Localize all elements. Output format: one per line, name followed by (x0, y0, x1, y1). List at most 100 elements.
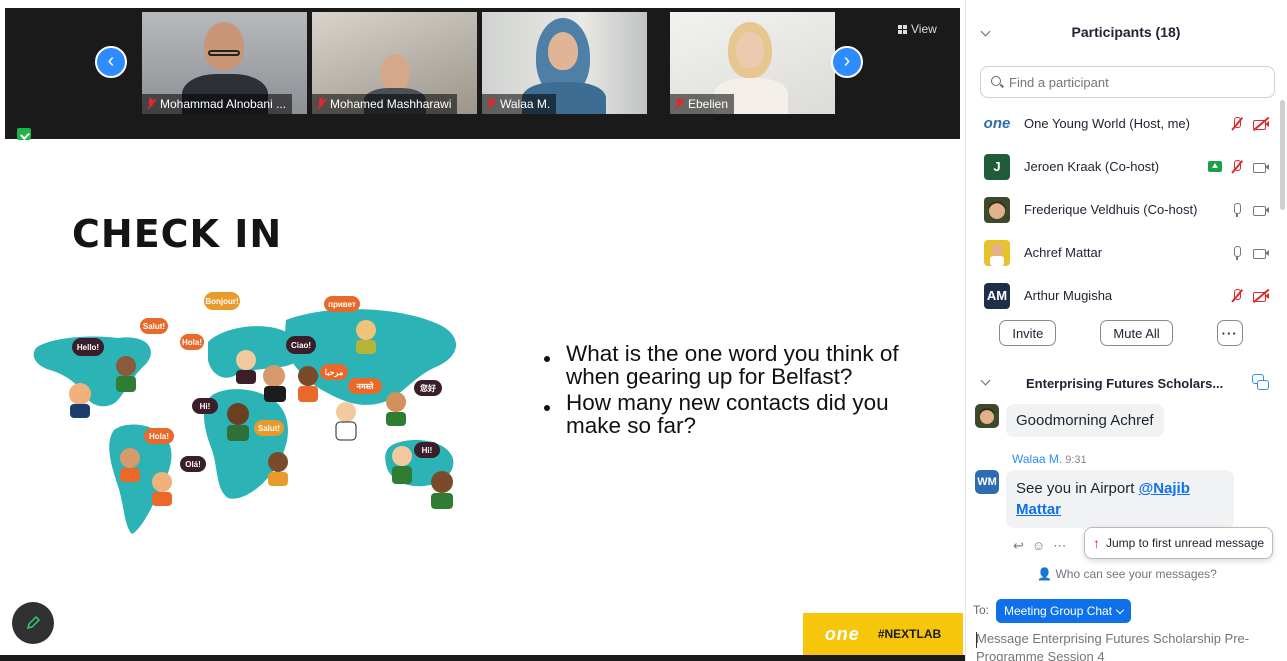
zoom-meeting-window: ‹ Mohammad Alnobani ... Mohamed Mashhara… (0, 0, 1287, 661)
participant-row[interactable]: one One Young World (Host, me) (966, 102, 1276, 145)
tile-name-label: Mohamed Mashharawi (312, 94, 458, 114)
profile-photo (988, 201, 1006, 219)
svg-text:Olá!: Olá! (185, 460, 201, 469)
check-in-questions: What is the one word you think of when g… (540, 342, 900, 440)
chat-message-input[interactable] (976, 630, 1278, 661)
svg-text:Hi!: Hi! (422, 446, 433, 455)
video-tile[interactable]: Ebelien (670, 12, 835, 114)
muted-mic-icon (316, 98, 326, 110)
participant-list-scrollbar[interactable] (1280, 100, 1285, 210)
video-off-icon[interactable] (1252, 288, 1270, 303)
video-tile[interactable]: Mohammad Alnobani ... (142, 12, 307, 114)
slide-title: CHECK IN (72, 212, 283, 256)
muted-mic-icon[interactable] (1230, 116, 1244, 132)
svg-text:Salut!: Salut! (143, 322, 165, 331)
video-thumbnail-strip: ‹ Mohammad Alnobani ... Mohamed Mashhara… (5, 8, 960, 144)
svg-text:नमस्ते: नमस्ते (356, 381, 374, 391)
person-icon: 👤 (1037, 567, 1053, 581)
muted-mic-icon (146, 98, 156, 110)
svg-text:Hi!: Hi! (200, 402, 211, 411)
chat-panel-title: Enterprising Futures Scholars... (1026, 376, 1224, 391)
participant-actions: Invite Mute All ··· (966, 320, 1276, 346)
screen-share-icon (1208, 161, 1222, 172)
pencil-icon (26, 615, 41, 630)
up-arrow-icon: ↑ (1093, 535, 1100, 551)
muted-mic-icon[interactable] (1230, 159, 1244, 175)
svg-text:Hola!: Hola! (182, 338, 202, 347)
video-camera-icon[interactable] (1252, 246, 1270, 260)
sender-avatar (975, 404, 999, 428)
video-tile[interactable]: Walaa M. (482, 12, 647, 114)
one-young-world-nextlab-logo: one #NEXTLAB (803, 613, 963, 655)
who-can-see-messages-link[interactable]: 👤 Who can see your messages? (966, 567, 1287, 581)
text-caret (976, 632, 977, 648)
participant-avatar: J (984, 153, 1010, 180)
chat-message: Goodmorning Achref (1006, 404, 1164, 437)
meeting-controls-bar (0, 655, 965, 661)
participant-search-input[interactable] (1009, 74, 1259, 90)
participant-name: One Young World (Host, me) (1024, 116, 1190, 131)
participant-name: Frederique Veldhuis (Co-host) (1024, 202, 1198, 217)
world-map-illustration: Hello! Salut! Hola! Bonjour! привет Ciao… (33, 292, 457, 534)
search-icon (991, 76, 1003, 88)
participant-name: Achref Mattar (1024, 245, 1103, 260)
participant-row[interactable]: AM Arthur Mugisha (966, 274, 1276, 317)
participant-avatar: one (983, 115, 1011, 132)
svg-text:привет: привет (328, 300, 356, 309)
profile-photo (990, 243, 1004, 266)
svg-text:مرحبا: مرحبا (325, 368, 344, 378)
participant-row[interactable]: Achref Mattar (966, 231, 1276, 274)
mic-icon[interactable] (1230, 245, 1244, 261)
question-item: What is the one word you think of when g… (540, 342, 900, 388)
participant-avatar: AM (984, 282, 1010, 309)
video-tile[interactable]: Mohamed Mashharawi (312, 12, 477, 114)
muted-mic-icon[interactable] (1230, 288, 1244, 304)
participant-row[interactable]: Frederique Veldhuis (Co-host) (966, 188, 1276, 231)
video-camera-icon[interactable] (1252, 203, 1270, 217)
participant-list: one One Young World (Host, me) J Jeroen … (966, 102, 1276, 317)
svg-text:Hola!: Hola! (149, 432, 169, 441)
participant-search-box[interactable] (980, 66, 1275, 98)
collapse-chat-icon[interactable] (980, 375, 991, 386)
grid-view-icon (898, 24, 907, 34)
video-camera-icon[interactable] (1252, 160, 1270, 174)
mute-all-button[interactable]: Mute All (1100, 320, 1173, 346)
participants-panel-title: Participants (18) (1071, 24, 1181, 40)
message-time: 9:31 (1065, 454, 1087, 466)
previous-page-button[interactable]: ‹ (95, 46, 127, 78)
side-panel: Participants (18) one One Young World (H… (965, 0, 1287, 661)
more-options-button[interactable]: ··· (1216, 320, 1243, 346)
tile-name-label: Walaa M. (482, 94, 557, 114)
participant-name: Jeroen Kraak (Co-host) (1024, 159, 1160, 174)
chat-message: See you in Airport @Najib Mattar (1006, 470, 1234, 528)
muted-mic-icon (486, 98, 496, 110)
video-off-icon[interactable] (1252, 116, 1270, 131)
emoji-reaction-icon[interactable]: ☺ (1032, 538, 1045, 554)
more-actions-icon[interactable]: ⋯ (1053, 538, 1066, 554)
muted-mic-icon (674, 98, 684, 110)
shared-screen-slide: CHECK IN Hello! Salut! Hola! Bonjour! пр… (0, 140, 965, 655)
next-page-button[interactable]: › (831, 46, 863, 78)
reply-icon[interactable]: ↩ (1013, 538, 1024, 554)
svg-text:Hello!: Hello! (77, 343, 99, 352)
svg-text:Bonjour!: Bonjour! (205, 297, 238, 306)
invite-button[interactable]: Invite (999, 320, 1057, 346)
sender-avatar: WM (975, 470, 999, 494)
participant-video (380, 54, 410, 90)
sender-name[interactable]: Walaa M. (1012, 452, 1062, 466)
popout-chat-icon[interactable] (1252, 374, 1269, 390)
annotate-pencil-button[interactable] (12, 602, 54, 644)
message-meta: Walaa M. 9:31 (1012, 452, 1087, 466)
meeting-stage: ‹ Mohammad Alnobani ... Mohamed Mashhara… (0, 0, 965, 661)
recipient-dropdown[interactable]: Meeting Group Chat (996, 599, 1132, 623)
recipient-label: To: (973, 603, 990, 617)
participant-name: Arthur Mugisha (1024, 288, 1113, 303)
mic-icon[interactable] (1230, 202, 1244, 218)
svg-text:Salut!: Salut! (258, 424, 280, 433)
jump-to-unread-button[interactable]: ↑ Jump to first unread message (1084, 527, 1274, 559)
participant-video (204, 22, 244, 70)
participant-row[interactable]: J Jeroen Kraak (Co-host) (966, 145, 1276, 188)
svg-text:Ciao!: Ciao! (291, 341, 311, 350)
view-button[interactable]: View (898, 22, 937, 36)
participant-avatar (984, 196, 1010, 223)
